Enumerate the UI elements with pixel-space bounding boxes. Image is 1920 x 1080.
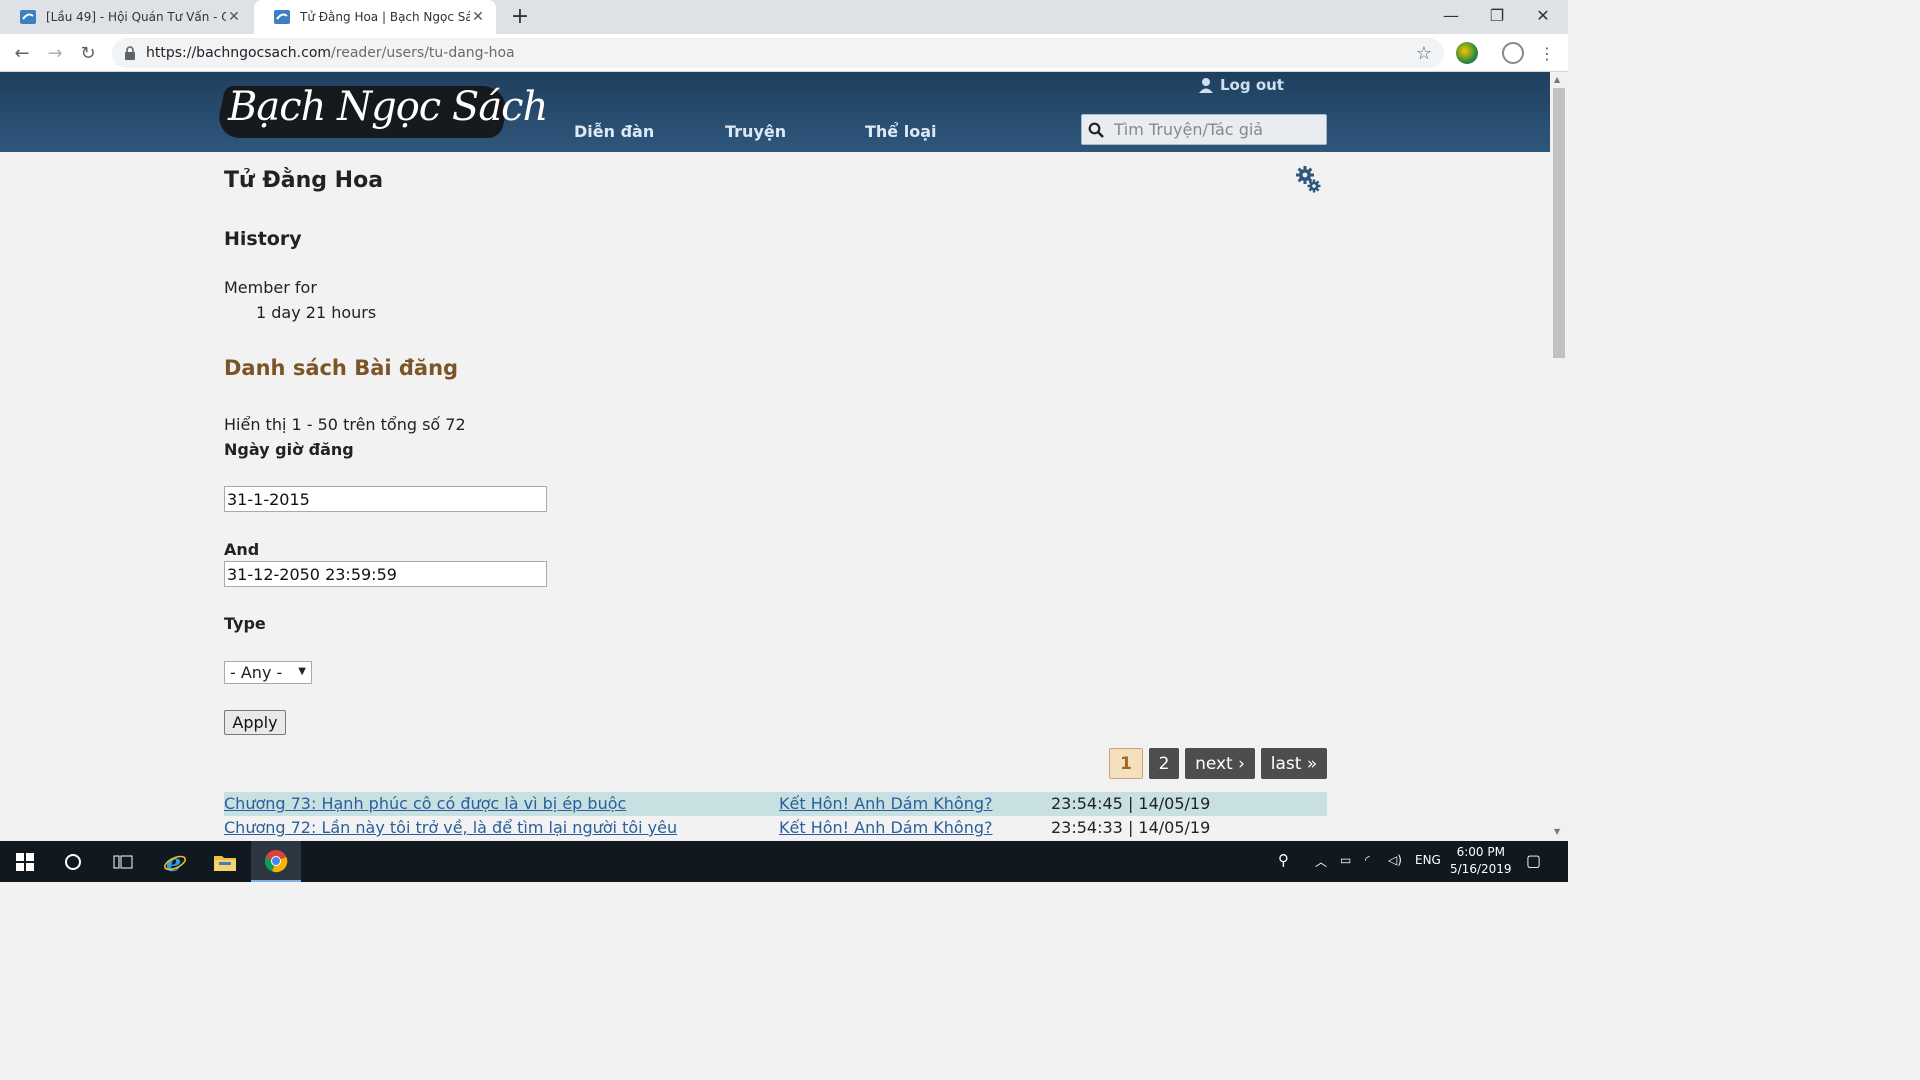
pager-next[interactable]: next › xyxy=(1185,748,1255,779)
scroll-down-icon[interactable]: ▼ xyxy=(1554,827,1560,836)
address-bar[interactable]: https://bachngocsach.com/reader/users/tu… xyxy=(112,38,1444,68)
browser-tab-1[interactable]: [Lầu 49] - Hội Quán Tư Vấn - Chư ✕ xyxy=(0,0,252,34)
pager-last[interactable]: last » xyxy=(1261,748,1327,779)
search-box xyxy=(1081,114,1327,145)
member-for-value: 1 day 21 hours xyxy=(256,303,377,322)
pager-current-page: 1 xyxy=(1109,748,1143,779)
logo-text: Bạch Ngọc Sách xyxy=(228,84,548,130)
and-label: And xyxy=(224,540,260,559)
browser-tab-2[interactable]: Tử Đằng Hoa | Bạch Ngọc Sách ✕ xyxy=(254,0,496,34)
reload-icon[interactable]: ↻ xyxy=(75,40,101,66)
table-row: Chương 72: Lần này tôi trở về, là để tìm… xyxy=(224,816,1327,840)
browser-tabstrip: [Lầu 49] - Hội Quán Tư Vấn - Chư ✕ Tử Đằ… xyxy=(0,0,1568,34)
tab-title: Tử Đằng Hoa | Bạch Ngọc Sách xyxy=(300,10,470,24)
history-heading: History xyxy=(224,228,302,250)
tray-chevron-icon[interactable]: ︿ xyxy=(1315,853,1327,870)
notification-icon[interactable]: ▢ xyxy=(1526,851,1541,870)
search-input[interactable] xyxy=(1114,120,1314,139)
internet-explorer-icon[interactable]: e xyxy=(150,841,200,882)
clock-date: 5/16/2019 xyxy=(1450,862,1512,876)
site-favicon-icon xyxy=(274,10,290,24)
date-to-input[interactable] xyxy=(224,561,547,587)
bookmark-star-icon[interactable]: ☆ xyxy=(1416,43,1432,64)
type-label: Type xyxy=(224,614,266,633)
clock-time: 6:00 PM xyxy=(1456,845,1505,859)
task-view-icon[interactable] xyxy=(98,841,148,882)
minimize-icon[interactable]: — xyxy=(1428,0,1474,30)
search-icon xyxy=(1088,122,1104,138)
search-circle-icon[interactable] xyxy=(48,841,98,882)
url-host: https://bachngocsach.com xyxy=(146,45,332,61)
file-explorer-icon[interactable] xyxy=(200,841,250,882)
new-tab-button[interactable]: + xyxy=(508,4,532,30)
restore-icon[interactable]: ❐ xyxy=(1474,0,1520,30)
gears-icon[interactable] xyxy=(1296,166,1322,194)
result-count: Hiển thị 1 - 50 trên tổng số 72 xyxy=(224,415,466,434)
nav-genres[interactable]: Thể loại xyxy=(865,122,936,141)
profile-avatar-icon[interactable] xyxy=(1502,42,1524,64)
member-for-label: Member for xyxy=(224,278,317,297)
date-filter-label: Ngày giờ đăng xyxy=(224,440,354,459)
windows-taskbar: e ⚲ ︿ ▭ ◜ ◁) ENG 6:00 PM 5/16/2019 ▢ xyxy=(0,841,1568,882)
scroll-up-icon[interactable]: ▲ xyxy=(1554,75,1560,84)
browser-menu-icon[interactable]: ⋮ xyxy=(1534,40,1560,66)
post-time: 23:54:45 | 14/05/19 xyxy=(1051,794,1211,813)
chapter-link[interactable]: Chương 72: Lần này tôi trở về, là để tìm… xyxy=(224,818,677,837)
close-window-icon[interactable]: ✕ xyxy=(1520,0,1566,30)
user-icon xyxy=(1199,78,1213,93)
tab-title: [Lầu 49] - Hội Quán Tư Vấn - Chư xyxy=(46,10,226,24)
type-select-value: - Any - xyxy=(230,663,283,682)
language-indicator[interactable]: ENG xyxy=(1415,853,1441,867)
site-favicon-icon xyxy=(20,10,36,24)
wifi-icon[interactable]: ◜ xyxy=(1365,853,1370,867)
battery-icon[interactable]: ▭ xyxy=(1340,853,1351,867)
scrollbar-thumb[interactable] xyxy=(1553,88,1565,358)
chapter-link[interactable]: Chương 73: Hạnh phúc cô có được là vì bị… xyxy=(224,794,626,813)
table-row: Chương 73: Hạnh phúc cô có được là vì bị… xyxy=(224,792,1327,816)
dropdown-caret-icon: ▼ xyxy=(298,666,306,677)
nav-forum[interactable]: Diễn đàn xyxy=(574,122,654,141)
pager-page-2[interactable]: 2 xyxy=(1149,748,1179,779)
chrome-taskbar-icon[interactable] xyxy=(251,841,301,882)
type-select[interactable]: - Any - ▼ xyxy=(224,661,312,684)
windows-logo-icon xyxy=(16,852,34,871)
browser-toolbar: ← → ↻ https://bachngocsach.com/reader/us… xyxy=(0,34,1568,72)
tab-close-icon[interactable]: ✕ xyxy=(470,9,486,25)
lock-icon xyxy=(125,46,135,60)
date-from-input[interactable] xyxy=(224,486,547,512)
windows-start-icon[interactable] xyxy=(0,841,50,882)
logout-link[interactable]: Log out xyxy=(1198,76,1284,94)
page-scrollbar[interactable]: ▲ ▼ xyxy=(1550,72,1568,840)
forward-arrow-icon[interactable]: → xyxy=(42,40,68,66)
site-logo[interactable]: Bạch Ngọc Sách xyxy=(214,80,548,146)
tab-close-icon[interactable]: ✕ xyxy=(226,9,242,25)
url-path: /reader/users/tu-dang-hoa xyxy=(331,45,515,61)
page-title: Tử Đằng Hoa xyxy=(224,168,384,193)
site-header: Bạch Ngọc Sách Log out Diễn đàn Truyện T… xyxy=(0,72,1550,152)
back-arrow-icon[interactable]: ← xyxy=(9,40,35,66)
posts-list-heading: Danh sách Bài đăng xyxy=(224,356,459,380)
apply-button[interactable]: Apply xyxy=(224,710,286,735)
story-link[interactable]: Kết Hôn! Anh Dám Không? xyxy=(779,794,992,813)
post-time: 23:54:33 | 14/05/19 xyxy=(1051,818,1211,837)
extension-icon[interactable] xyxy=(1456,42,1478,64)
nav-stories[interactable]: Truyện xyxy=(725,122,786,141)
story-link[interactable]: Kết Hôn! Anh Dám Không? xyxy=(779,818,992,837)
volume-icon[interactable]: ◁) xyxy=(1388,853,1402,867)
logout-label: Log out xyxy=(1220,76,1284,94)
taskbar-clock[interactable]: 6:00 PM 5/16/2019 xyxy=(1450,844,1512,878)
people-icon[interactable]: ⚲ xyxy=(1278,851,1289,869)
